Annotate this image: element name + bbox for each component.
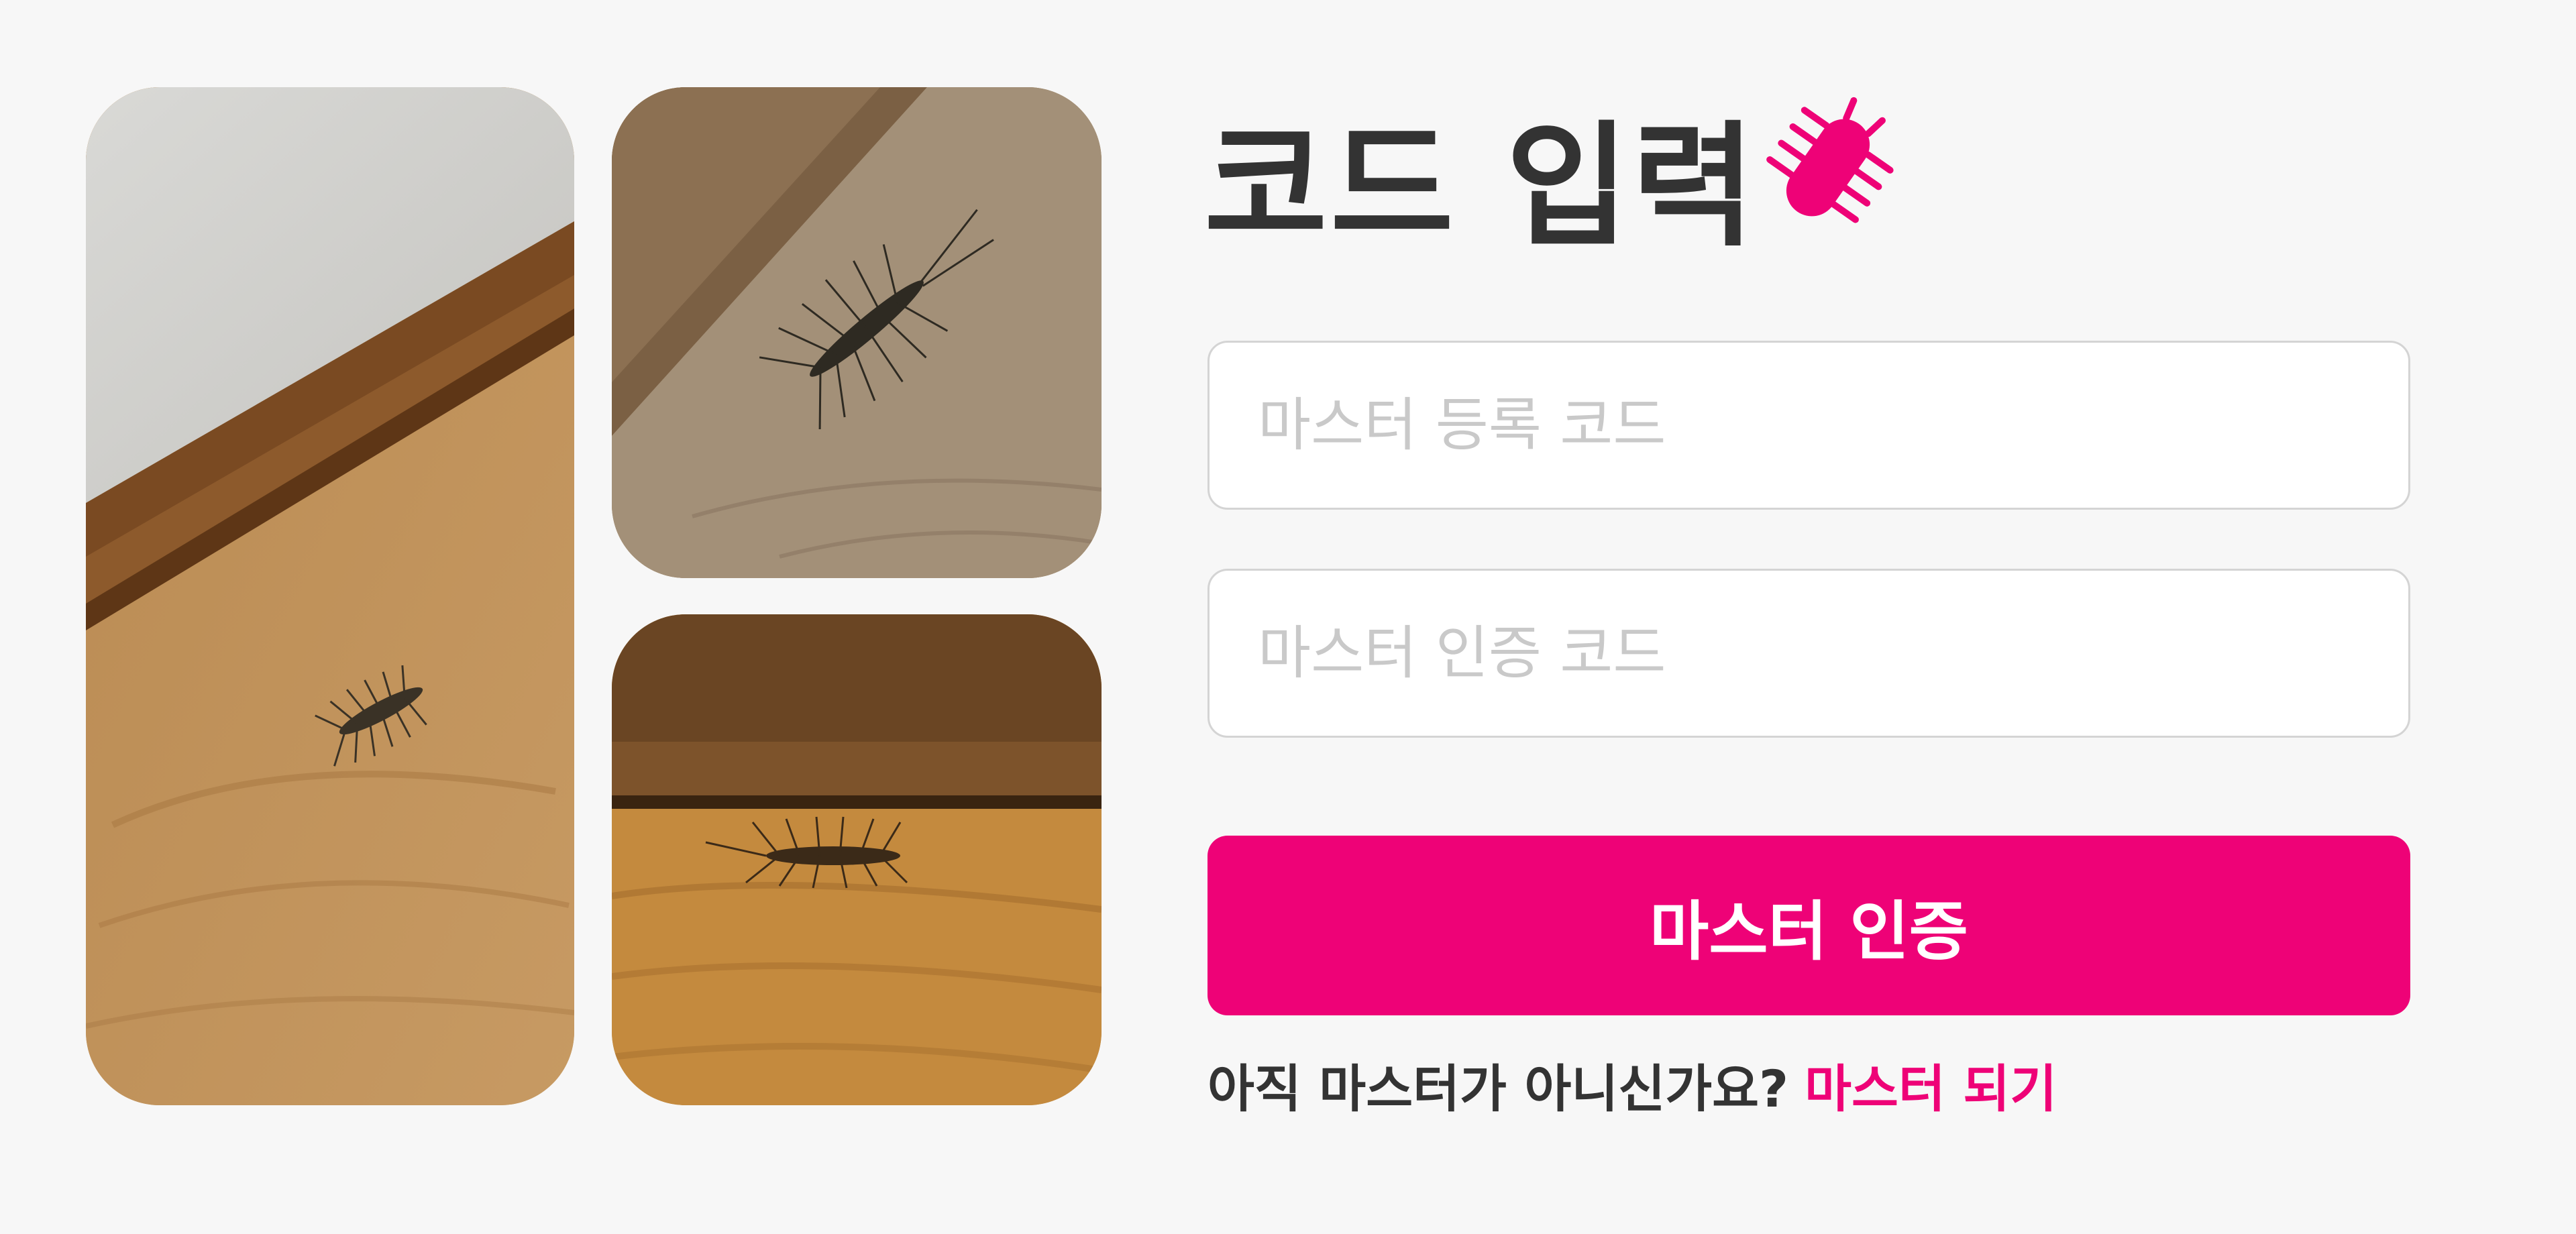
register-code-input[interactable] [1208,341,2410,510]
photo-top-image [612,87,1102,578]
house-centipede-photo-baseboard-corner [86,87,574,1105]
bug-icon [1766,97,1894,223]
master-auth-button[interactable]: 마스터 인증 [1208,836,2410,1015]
page-title-row: 코드 입력 [1204,94,1909,265]
page-title: 코드 입력 [1204,109,1758,265]
auth-code-input[interactable] [1208,569,2410,738]
photo-left-image [86,87,574,1105]
signup-question: 아직 마스터가 아니신가요? [1208,1059,1789,1119]
signup-prompt: 아직 마스터가 아니신가요? 마스터 되기 [1208,1048,2057,1121]
become-master-link[interactable]: 마스터 되기 [1805,1048,2057,1121]
photo-bot-image [612,614,1102,1105]
house-centipede-photo-floor [612,87,1102,578]
house-centipede-photo-under-baseboard [612,614,1102,1105]
